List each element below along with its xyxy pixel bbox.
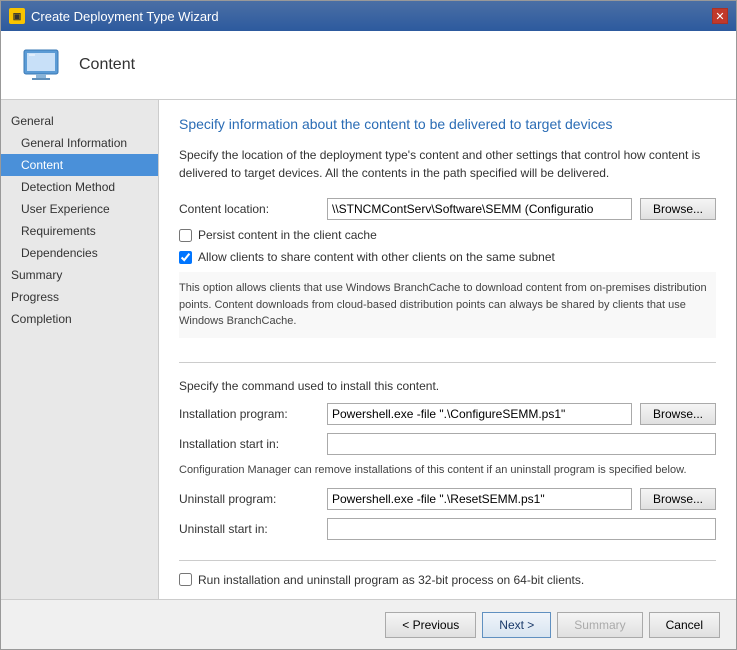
- sidebar-item-detection-method[interactable]: Detection Method: [1, 176, 158, 198]
- install-section-label: Specify the command used to install this…: [179, 379, 716, 393]
- main-title: Specify information about the content to…: [179, 116, 716, 132]
- installation-program-input[interactable]: [327, 403, 632, 425]
- allow-share-label: Allow clients to share content with othe…: [198, 250, 555, 264]
- next-button[interactable]: Next >: [482, 612, 551, 638]
- window-title: Create Deployment Type Wizard: [31, 9, 219, 24]
- header-title: Content: [79, 56, 135, 74]
- installation-program-label: Installation program:: [179, 407, 319, 421]
- uninstall-program-input[interactable]: [327, 488, 632, 510]
- cancel-button[interactable]: Cancel: [649, 612, 720, 638]
- divider-2: [179, 560, 716, 561]
- config-note: Configuration Manager can remove install…: [179, 463, 716, 478]
- header-icon: [17, 41, 65, 89]
- uninstall-start-input[interactable]: [327, 518, 716, 540]
- header-bar: Content: [1, 31, 736, 100]
- branch-cache-info: This option allows clients that use Wind…: [179, 272, 716, 338]
- installation-program-browse-button[interactable]: Browse...: [640, 403, 716, 425]
- sidebar-item-requirements[interactable]: Requirements: [1, 220, 158, 242]
- uninstall-program-label: Uninstall program:: [179, 492, 319, 506]
- sidebar-item-general-information[interactable]: General Information: [1, 132, 158, 154]
- footer: < Previous Next > Summary Cancel: [1, 599, 736, 649]
- allow-share-checkbox[interactable]: [179, 251, 192, 264]
- uninstall-program-browse-button[interactable]: Browse...: [640, 488, 716, 510]
- sidebar-item-progress[interactable]: Progress: [1, 286, 158, 308]
- run-32bit-checkbox[interactable]: [179, 573, 192, 586]
- divider-1: [179, 362, 716, 363]
- installation-start-row: Installation start in:: [179, 433, 716, 455]
- summary-button[interactable]: Summary: [557, 612, 642, 638]
- uninstall-start-row: Uninstall start in:: [179, 518, 716, 540]
- content-area: General General Information Content Dete…: [1, 100, 736, 599]
- persist-cache-row: Persist content in the client cache: [179, 228, 716, 242]
- wizard-window: ▣ Create Deployment Type Wizard ✕ Conten…: [0, 0, 737, 650]
- sidebar-section-general: General: [1, 110, 158, 132]
- run-32bit-label: Run installation and uninstall program a…: [198, 573, 584, 587]
- installation-program-row: Installation program: Browse...: [179, 403, 716, 425]
- main-panel: Specify information about the content to…: [159, 100, 736, 599]
- sidebar-item-user-experience[interactable]: User Experience: [1, 198, 158, 220]
- content-location-row: Content location: Browse...: [179, 198, 716, 220]
- content-location-input[interactable]: [327, 198, 632, 220]
- close-icon[interactable]: ✕: [712, 8, 728, 24]
- title-left: ▣ Create Deployment Type Wizard: [9, 8, 219, 24]
- allow-share-row: Allow clients to share content with othe…: [179, 250, 716, 264]
- run-32bit-row: Run installation and uninstall program a…: [179, 573, 716, 587]
- installation-start-label: Installation start in:: [179, 437, 319, 451]
- sidebar-item-completion[interactable]: Completion: [1, 308, 158, 330]
- persist-cache-label: Persist content in the client cache: [198, 228, 377, 242]
- uninstall-start-label: Uninstall start in:: [179, 522, 319, 536]
- sidebar-item-content[interactable]: Content: [1, 154, 158, 176]
- previous-button[interactable]: < Previous: [385, 612, 476, 638]
- app-logo: ▣: [9, 8, 25, 24]
- title-bar: ▣ Create Deployment Type Wizard ✕: [1, 1, 736, 31]
- uninstall-program-row: Uninstall program: Browse...: [179, 488, 716, 510]
- persist-cache-checkbox[interactable]: [179, 229, 192, 242]
- content-location-label: Content location:: [179, 202, 319, 216]
- title-bar-icons: ✕: [712, 8, 728, 24]
- sidebar-item-summary[interactable]: Summary: [1, 264, 158, 286]
- installation-start-input[interactable]: [327, 433, 716, 455]
- description: Specify the location of the deployment t…: [179, 146, 716, 182]
- content-location-browse-button[interactable]: Browse...: [640, 198, 716, 220]
- sidebar: General General Information Content Dete…: [1, 100, 159, 599]
- sidebar-item-dependencies[interactable]: Dependencies: [1, 242, 158, 264]
